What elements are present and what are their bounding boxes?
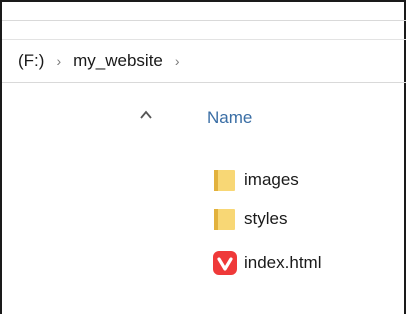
breadcrumb-folder[interactable]: my_website (69, 40, 167, 82)
folder-icon (214, 170, 235, 191)
breadcrumb: (F:) › my_website › (2, 40, 406, 83)
file-name: index.html (244, 253, 322, 272)
file-row-images[interactable]: images (212, 166, 299, 194)
vivaldi-html-icon (213, 251, 237, 275)
ribbon-divider (2, 20, 406, 21)
file-name: styles (244, 209, 288, 228)
sort-up-icon[interactable] (139, 108, 153, 122)
chevron-right-icon[interactable]: › (167, 40, 188, 82)
breadcrumb-drive[interactable]: (F:) (2, 40, 48, 82)
file-row-styles[interactable]: styles (212, 205, 287, 233)
column-header-name[interactable]: Name (207, 108, 252, 128)
file-name: images (244, 170, 299, 189)
file-row-index-html[interactable]: index.html (212, 249, 321, 277)
chevron-right-icon[interactable]: › (48, 40, 69, 82)
explorer-window: (F:) › my_website › Name images styles i… (0, 0, 406, 314)
folder-icon (214, 209, 235, 230)
